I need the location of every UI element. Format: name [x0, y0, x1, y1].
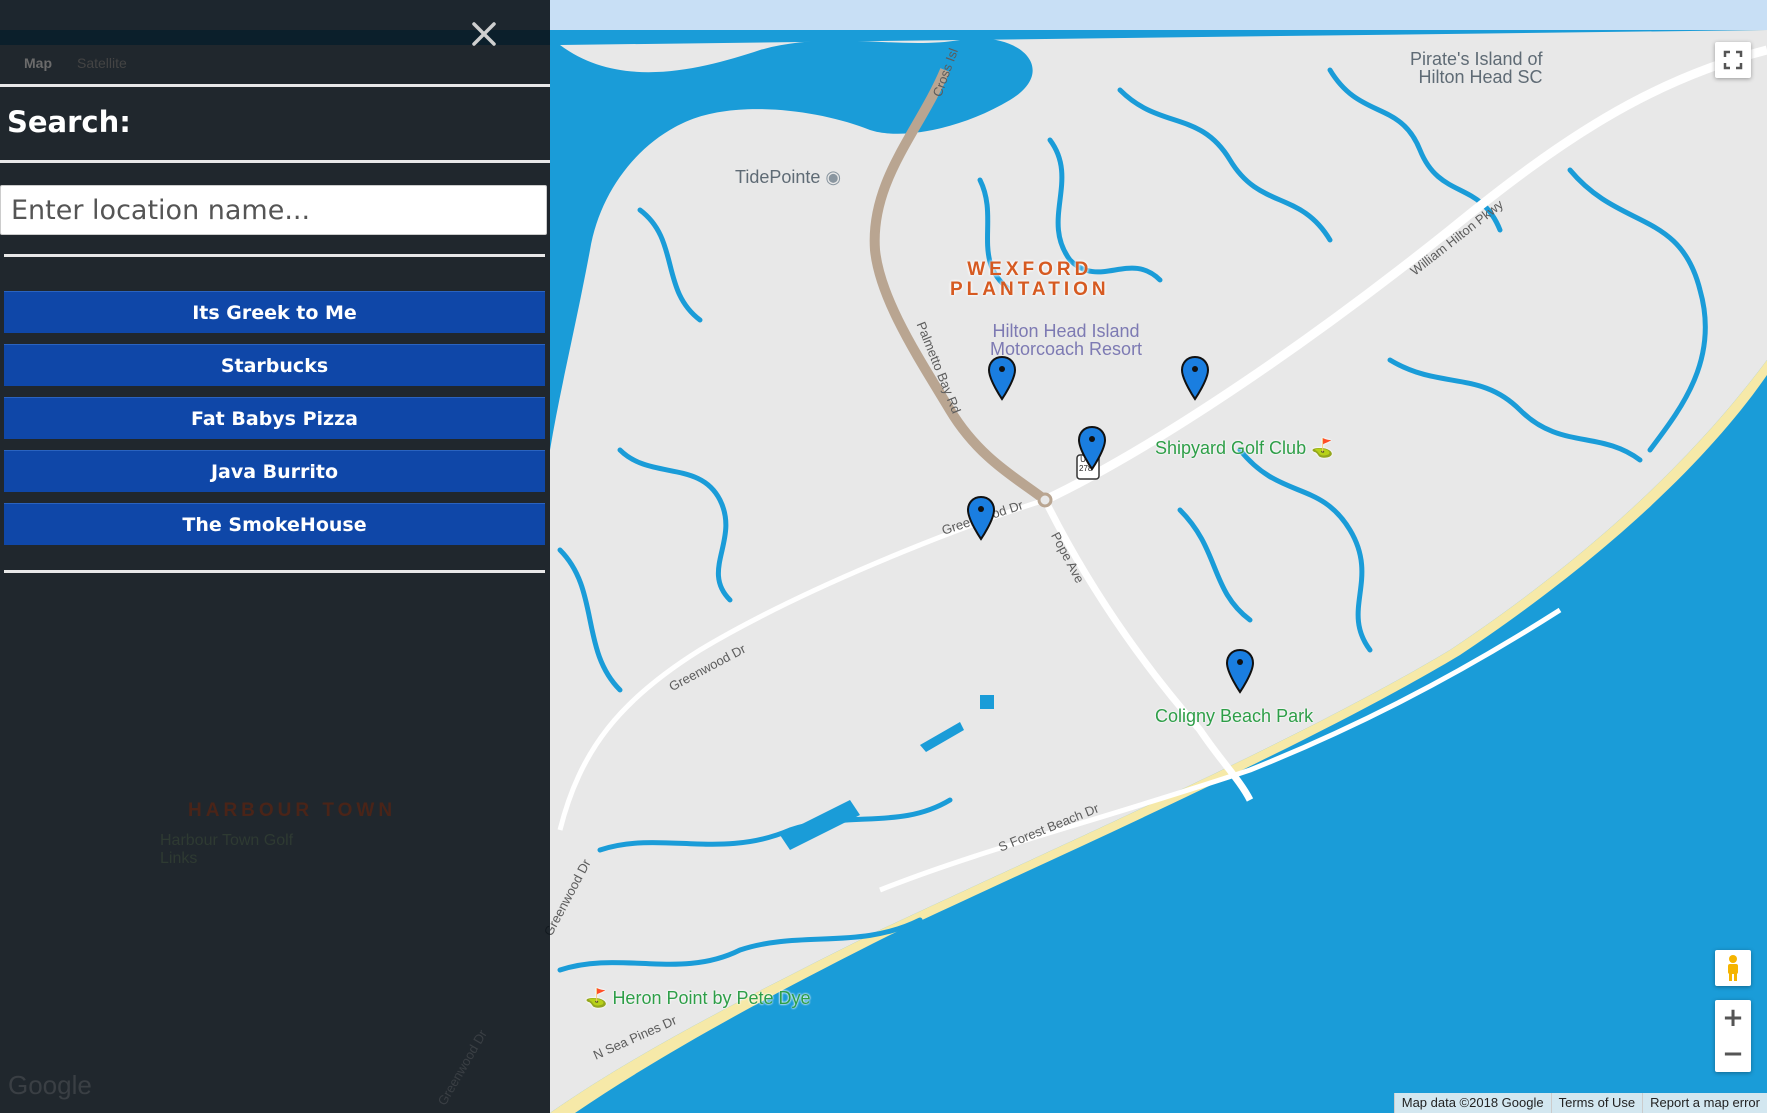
- golf-icon: ⛳: [1311, 438, 1334, 458]
- divider: [0, 84, 550, 87]
- poi-pin-icon: ◉: [825, 167, 842, 187]
- zoom-out-button[interactable]: −: [1722, 1036, 1744, 1072]
- zoom-in-button[interactable]: +: [1722, 1000, 1744, 1036]
- location-button-starbucks[interactable]: Starbucks: [4, 344, 545, 386]
- road-label-greenwood-dim: Greenwood Dr: [434, 1027, 490, 1108]
- search-sidebar: Map Satellite HARBOUR TOWN Harbour Town …: [0, 0, 550, 1113]
- area-label-harbour-town: HARBOUR TOWN: [188, 800, 397, 821]
- terms-of-use-link[interactable]: Terms of Use: [1550, 1093, 1643, 1113]
- close-icon: [472, 22, 496, 46]
- divider: [0, 160, 550, 163]
- location-button-fat-babys-pizza[interactable]: Fat Babys Pizza: [4, 397, 545, 439]
- map-marker-icon[interactable]: [1077, 425, 1107, 471]
- poi-motorcoach-resort[interactable]: Hilton Head Island Motorcoach Resort: [990, 322, 1142, 358]
- area-label-wexford: WEXFORD PLANTATION: [950, 259, 1110, 300]
- zoom-control: + −: [1715, 1000, 1751, 1072]
- golf-icon: ⛳: [585, 988, 608, 1008]
- poi-pirates-island[interactable]: Pirate's Island of Hilton Head SC: [1410, 50, 1543, 86]
- fullscreen-button[interactable]: [1715, 42, 1751, 78]
- map-type-satellite-button[interactable]: Satellite: [77, 55, 127, 71]
- poi-tidepointe[interactable]: TidePointe ◉: [735, 167, 841, 188]
- divider: [4, 254, 545, 257]
- map-marker-icon[interactable]: [987, 355, 1017, 401]
- location-list: Its Greek to Me Starbucks Fat Babys Pizz…: [4, 291, 545, 556]
- location-button-java-burrito[interactable]: Java Burrito: [4, 450, 545, 492]
- poi-heron-point[interactable]: ⛳ Heron Point by Pete Dye: [585, 988, 811, 1009]
- poi-harbour-town-golf: Harbour Town Golf Links: [160, 832, 294, 867]
- poi-shipyard-golf[interactable]: Shipyard Golf Club ⛳: [1155, 438, 1334, 459]
- map-data-attribution: Map data ©2018 Google: [1393, 1093, 1551, 1113]
- street-view-pegman-button[interactable]: [1715, 950, 1751, 986]
- map-marker-icon[interactable]: [1180, 355, 1210, 401]
- map-marker-icon[interactable]: [966, 495, 996, 541]
- location-search-input[interactable]: [0, 185, 547, 235]
- map-marker-icon[interactable]: [1225, 648, 1255, 694]
- location-button-the-smokehouse[interactable]: The SmokeHouse: [4, 503, 545, 545]
- search-title: Search:: [7, 105, 131, 139]
- close-sidebar-button[interactable]: [464, 14, 504, 54]
- report-map-error-link[interactable]: Report a map error: [1642, 1093, 1767, 1113]
- pegman-icon: [1728, 955, 1738, 981]
- map-attribution-bar: Map data ©2018 Google Terms of Use Repor…: [1393, 1093, 1767, 1113]
- poi-coligny-beach[interactable]: Coligny Beach Park: [1155, 706, 1313, 727]
- google-logo: Google: [8, 1070, 92, 1100]
- location-button-its-greek-to-me[interactable]: Its Greek to Me: [4, 291, 545, 333]
- map-type-map-button[interactable]: Map: [24, 55, 52, 71]
- fullscreen-icon: [1723, 50, 1743, 70]
- divider: [4, 570, 545, 573]
